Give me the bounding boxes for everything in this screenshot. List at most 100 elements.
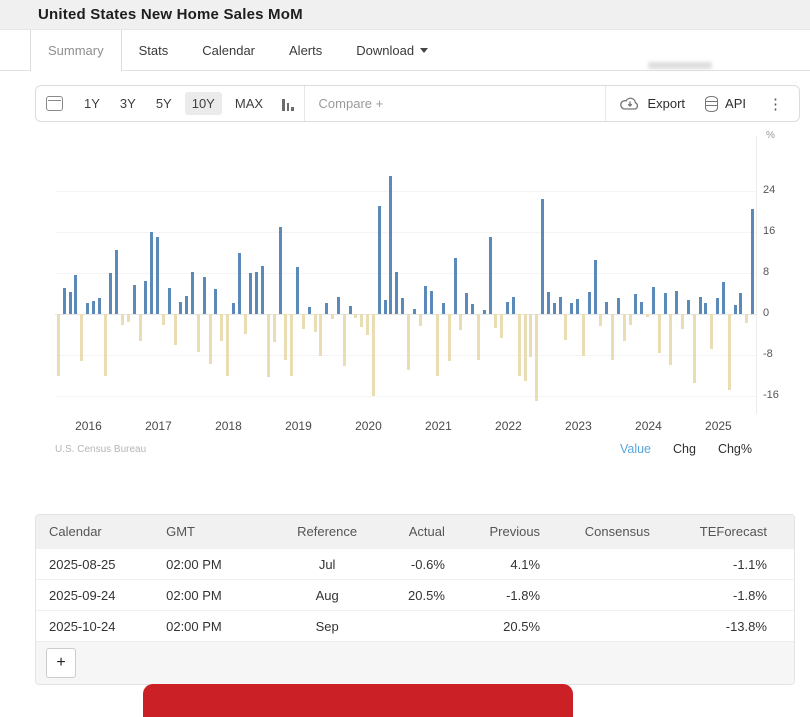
chart-bar <box>167 287 171 314</box>
chart-bar <box>126 314 130 323</box>
table-cell: 4.1% <box>510 556 541 572</box>
title-bar: United States New Home Sales MoM <box>0 0 810 30</box>
chart-bar <box>284 314 288 360</box>
chart-bar <box>115 249 119 314</box>
chart-bar <box>319 314 323 357</box>
column-chart-icon[interactable] <box>282 97 294 111</box>
table-row[interactable]: 2025-09-24 02:00 PM Aug 20.5% -1.8% -1.8% <box>36 579 794 610</box>
chart-bar <box>237 252 241 314</box>
chart-bar <box>511 296 515 314</box>
table-cell: Jul <box>318 556 336 572</box>
chart-bar <box>564 314 568 341</box>
chart-bar <box>692 314 696 384</box>
table-cell: Aug <box>315 587 339 603</box>
api-button[interactable]: API <box>705 95 746 112</box>
range-10y-button[interactable]: 10Y <box>184 92 222 115</box>
chart-bar <box>646 314 650 317</box>
table-row[interactable]: 2025-08-25 02:00 PM Jul -0.6% 4.1% -1.1% <box>36 548 794 579</box>
chart-bar <box>301 314 305 329</box>
chart-bar <box>436 314 440 376</box>
chart-bar <box>57 314 60 376</box>
table-footer: + <box>36 641 794 684</box>
column-header: Consensus <box>584 524 650 539</box>
table-header-row: Calendar GMT Reference Actual Previous Consen… <box>36 515 794 548</box>
toolbar-actions: Export API ⋮ <box>606 95 799 113</box>
table-cell: 02:00 PM <box>166 587 222 603</box>
chart-bar <box>640 301 644 314</box>
cloud-download-icon <box>620 97 639 110</box>
api-label: API <box>725 96 746 111</box>
compare-input[interactable]: Compare + <box>303 86 607 121</box>
chart-bar <box>331 314 335 319</box>
x-tick-label: 2017 <box>145 419 172 433</box>
table-row[interactable]: 2025-10-24 02:00 PM Sep 20.5% -13.8% <box>36 610 794 641</box>
y-tick-label: 16 <box>763 225 776 237</box>
chart-bar <box>663 292 667 314</box>
chart-bar <box>733 304 737 314</box>
database-icon <box>705 95 719 112</box>
chart-bar <box>599 314 603 327</box>
table-cell: 20.5% <box>503 618 541 634</box>
chart-bar <box>109 273 113 314</box>
gridline <box>55 355 756 356</box>
x-tick-label: 2020 <box>355 419 382 433</box>
chart-bar <box>424 285 428 314</box>
column-header: Previous <box>489 524 541 539</box>
mode-chgpct-link[interactable]: Chg% <box>718 442 752 456</box>
chart-bar <box>208 314 212 365</box>
chart-bar <box>220 314 224 341</box>
chart-bar <box>523 314 527 381</box>
table-cell: Sep <box>315 618 339 634</box>
calendar-icon[interactable] <box>46 96 63 111</box>
range-5y-button[interactable]: 5Y <box>149 92 179 115</box>
chart-bar <box>541 198 545 314</box>
tab-calendar[interactable]: Calendar <box>185 30 272 70</box>
add-row-button[interactable]: + <box>46 648 76 678</box>
chart-bar <box>727 314 731 391</box>
chart-bar <box>453 257 457 314</box>
range-max-button[interactable]: MAX <box>228 92 270 115</box>
chart-bar <box>634 294 638 314</box>
chart-bar <box>290 314 294 376</box>
axis-unit-label: % <box>766 130 775 141</box>
chart-bar <box>226 314 230 376</box>
chart-bar <box>430 291 434 314</box>
tab-download[interactable]: Download <box>339 30 445 70</box>
chart-bar <box>517 314 521 376</box>
export-button[interactable]: Export <box>620 96 685 111</box>
kebab-menu-icon[interactable]: ⋮ <box>766 95 785 113</box>
tab-summary[interactable]: Summary <box>30 30 122 71</box>
chart-bar <box>214 288 218 314</box>
chart-bar <box>488 237 492 314</box>
table-cell: 02:00 PM <box>166 618 222 634</box>
tab-stats[interactable]: Stats <box>122 30 186 70</box>
x-tick-label: 2018 <box>215 419 242 433</box>
chart-bar <box>482 310 486 314</box>
chart-bar <box>459 314 463 330</box>
x-tick-label: 2024 <box>635 419 662 433</box>
compare-placeholder: Compare + <box>318 96 384 111</box>
chart-bar <box>173 314 177 345</box>
table-cell: -1.8% <box>732 587 767 603</box>
chart-bar <box>739 292 743 314</box>
range-3y-button[interactable]: 3Y <box>113 92 143 115</box>
table-cell: 02:00 PM <box>166 556 222 572</box>
chart-bar <box>581 314 585 356</box>
page-title: United States New Home Sales MoM <box>38 6 303 23</box>
range-1y-button[interactable]: 1Y <box>77 92 107 115</box>
chart-bar <box>348 306 352 314</box>
mode-chg-link[interactable]: Chg <box>673 442 696 456</box>
chart-bar <box>628 314 632 326</box>
chart-bar <box>68 292 72 314</box>
chart-bar <box>261 265 265 314</box>
y-tick-label: 8 <box>763 266 770 278</box>
chart-bar <box>80 314 84 362</box>
table-cell: 2025-08-25 <box>49 556 116 572</box>
red-banner[interactable] <box>143 684 573 717</box>
mode-value-link[interactable]: Value <box>620 442 651 456</box>
chart-bar <box>243 314 247 334</box>
tab-alerts[interactable]: Alerts <box>272 30 339 70</box>
x-tick-label: 2021 <box>425 419 452 433</box>
column-header: Calendar <box>49 524 102 539</box>
chart-bar <box>266 314 270 377</box>
